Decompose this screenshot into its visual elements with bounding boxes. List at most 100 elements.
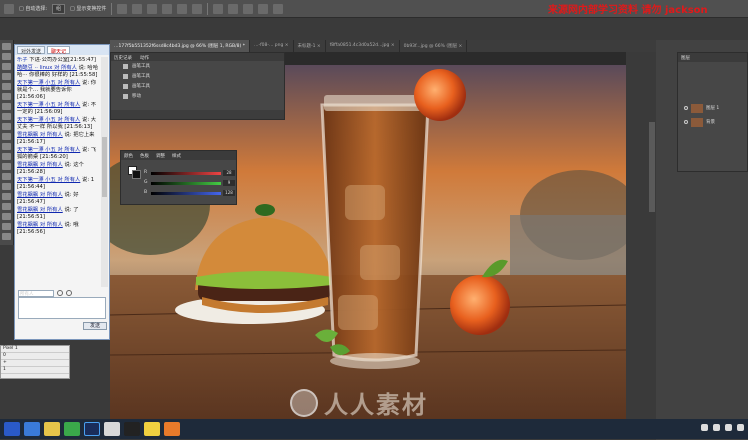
send-button[interactable]: 发送 [83,322,107,330]
doc-tab[interactable]: …-f08-... png × [250,40,294,52]
mini-row[interactable]: 1 [1,367,69,374]
distribute-icon[interactable] [228,3,239,14]
layer-thumbnail [691,103,703,113]
channel-r-slider[interactable] [151,172,221,175]
blur-icon[interactable] [2,163,11,170]
explorer-icon[interactable] [44,422,60,436]
mini-row[interactable]: Pixel 1 [1,346,69,353]
layers-header[interactable]: 图层 [678,53,747,62]
options-group-select[interactable]: 组 [52,3,66,14]
app-icon[interactable] [144,422,160,436]
tab-swatches[interactable]: 色板 [140,153,149,159]
distribute-icon[interactable] [213,3,224,14]
recipient-select[interactable]: 所有人 [18,289,54,297]
tab-color[interactable]: 颜色 [124,153,133,159]
doc-tab[interactable]: 0b93f...jpg @ 66% (图层 × [400,40,468,52]
tab-actions[interactable]: 动作 [140,55,149,61]
chat-scrollbar[interactable] [101,57,108,287]
3d-mode-icon[interactable] [258,3,269,14]
options-auto-select[interactable]: □ 自动选择: [19,5,47,12]
brush-tool-icon[interactable] [2,113,11,120]
ie-icon[interactable] [24,422,40,436]
history-brush-icon[interactable] [2,133,11,140]
clone-stamp-icon[interactable] [2,123,11,130]
files-icon[interactable] [164,422,180,436]
layer-row[interactable]: 图层 1 [684,103,746,113]
align-bottom-icon[interactable] [147,3,158,14]
channel-g-slider[interactable] [151,182,221,185]
photoshop-icon[interactable] [84,422,100,436]
align-top-icon[interactable] [117,3,128,14]
align-center-icon[interactable] [177,3,188,14]
chat-send-options: 所有人 [18,289,106,297]
type-tool-icon[interactable] [2,193,11,200]
tray-icon[interactable] [737,424,744,431]
history-row[interactable]: 移动 [111,91,284,101]
gradient-icon[interactable] [2,153,11,160]
align-middle-icon[interactable] [132,3,143,14]
channel-g-value[interactable]: 9 [223,180,235,186]
doc-tab[interactable]: 未标题-1 × [294,40,326,52]
start-icon[interactable] [4,422,20,436]
move-tool-icon[interactable] [2,43,11,50]
history-row[interactable]: 画笔工具 [111,71,284,81]
layer-row[interactable]: 背景 [684,117,746,127]
history-row[interactable]: 画笔工具 [111,61,284,71]
font-icon[interactable] [66,290,72,296]
channel-b-value[interactable]: 128 [223,190,235,196]
healing-brush-icon[interactable] [2,103,11,110]
lasso-tool-icon[interactable] [2,63,11,70]
hand-tool-icon[interactable] [2,223,11,230]
toolbox [0,40,14,245]
recorder-icon[interactable] [124,422,140,436]
tray-icon[interactable] [713,424,720,431]
chat-tab[interactable]: 聊天记 [47,46,71,55]
layer-thumbnail [691,117,703,127]
doc-tab[interactable]: f8ffa0851.4c3d0a52d...jpg × [326,40,400,52]
chat-message: 天下第一漂 小五 对 所有人 说: 大丈夫 不一样 所以我 [21:56:13] [17,117,97,130]
shape-tool-icon[interactable] [2,213,11,220]
mini-row[interactable]: 0 [1,353,69,360]
history-panel: 历史记录 动作 画笔工具 画笔工具 画笔工具 移动 [110,52,285,120]
chat-message: 雪花飘飘 对 所有人 说: 把它上来 [21:56:17] [17,132,95,145]
tray-icon[interactable] [701,424,708,431]
move-tool-icon[interactable] [4,3,14,14]
doc-tab[interactable]: …177f5b551352f6ssd8c4bd3.jpg @ 66% (图层 1… [110,40,250,52]
path-select-icon[interactable] [2,203,11,210]
chat-input[interactable] [18,297,106,319]
history-row[interactable]: 画笔工具 [111,81,284,91]
tab-adjustments[interactable]: 调整 [156,153,165,159]
channel-r-value[interactable]: 28 [223,170,235,176]
3d-mode-icon[interactable] [273,3,284,14]
align-left-icon[interactable] [162,3,173,14]
crop-tool-icon[interactable] [2,83,11,90]
canvas-scrollbar[interactable] [648,52,656,420]
options-show-transform[interactable]: □ 显示变换控件 [70,5,106,12]
tab-styles[interactable]: 样式 [172,153,181,159]
zoom-tool-icon[interactable] [2,233,11,240]
chat-tab[interactable]: 对外发送 [17,46,46,55]
distribute-icon[interactable] [243,3,254,14]
emoji-icon[interactable] [57,290,63,296]
align-right-icon[interactable] [192,3,203,14]
pen-tool-icon[interactable] [2,183,11,190]
chat-message: 酷酷豆 ·· linux 对 所有人 说: 哈哈哈··· 你很棒的 好样的 [2… [17,65,99,78]
color-panel: 颜色 色板 调整 样式 R 28 G 9 B 128 [120,150,237,205]
background-swatch[interactable] [132,170,141,179]
channel-b-slider[interactable] [151,192,221,195]
scroll-thumb[interactable] [102,137,107,197]
marquee-tool-icon[interactable] [2,53,11,60]
qq-icon[interactable] [104,422,120,436]
mini-row[interactable]: + [1,360,69,367]
chrome-icon[interactable] [64,422,80,436]
recording-watermark: 来源网内部学习资料 请勿 jackson [548,5,708,16]
visibility-icon[interactable] [684,106,688,110]
scroll-thumb[interactable] [649,122,655,212]
magic-wand-icon[interactable] [2,73,11,80]
dodge-icon[interactable] [2,173,11,180]
eyedropper-icon[interactable] [2,93,11,100]
visibility-icon[interactable] [684,120,688,124]
eraser-icon[interactable] [2,143,11,150]
tab-history[interactable]: 历史记录 [114,55,132,61]
tray-icon[interactable] [725,424,732,431]
